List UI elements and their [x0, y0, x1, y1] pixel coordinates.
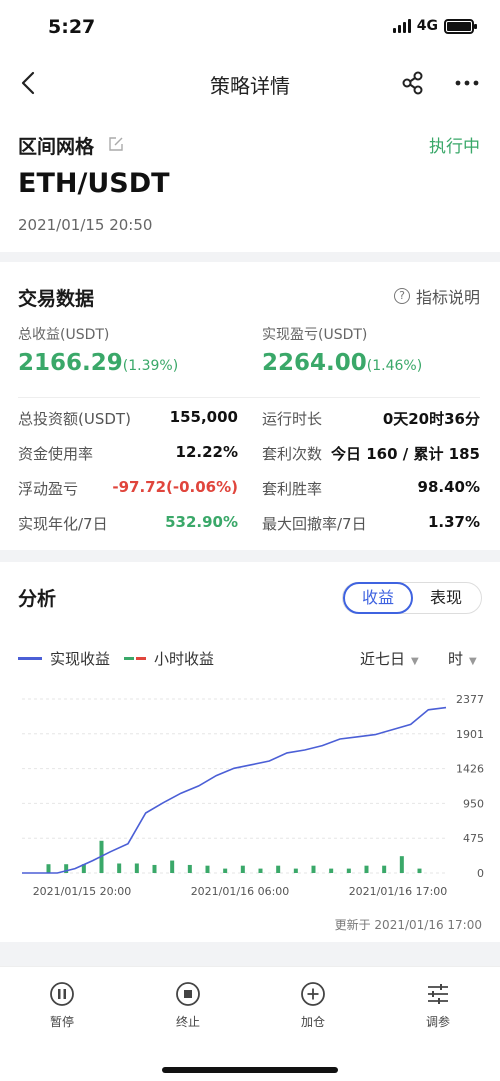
hourly-profit-bar — [205, 865, 210, 873]
home-indicator — [162, 1067, 338, 1073]
y-tick-label: 475 — [463, 832, 484, 845]
stat-value: 0天20时36分 — [382, 410, 480, 428]
status-time: 5:27 — [48, 16, 96, 38]
stat-label: 运行时长 — [262, 410, 323, 428]
stat-label: 最大回撤率/7日 — [262, 515, 367, 533]
add-position-label: 加仓 — [300, 1015, 325, 1029]
trading-pair: ETH/USDT — [18, 168, 170, 199]
y-tick-label: 0 — [477, 867, 484, 880]
status-badge: 执行中 — [429, 137, 480, 157]
hourly-profit-bar — [170, 860, 175, 873]
stat-row: 实现年化/7日 532.90% 最大回撤率/7日 1.37% — [0, 513, 500, 537]
tab-performance[interactable]: 表现 — [411, 583, 481, 613]
edit-icon[interactable] — [108, 136, 124, 152]
realized-pnl-value: 2264.00(1.46%) — [262, 350, 423, 376]
stat-label: 实现年化/7日 — [18, 515, 108, 533]
updated-time: 更新于 2021/01/16 17:00 — [334, 918, 482, 932]
sliders-icon — [428, 984, 448, 1004]
section-title-analysis: 分析 — [18, 588, 57, 610]
bottom-toolbar: 暂停 终止 加仓 调参 — [0, 966, 500, 1081]
profit-chart: 2377 1901 1426 950 475 0 2021/01/15 20:00 2021/… — [22, 693, 484, 898]
hourly-profit-bar — [329, 868, 334, 873]
stat-label: 总投资额(USDT) — [18, 410, 131, 428]
add-icon — [301, 982, 325, 1006]
hourly-profit-bar — [276, 865, 281, 873]
stat-row: 资金使用率 12.22% 套利次数 今日 160 / 累计 185 — [0, 443, 500, 467]
legend-bar-swatch-red — [136, 657, 146, 660]
y-tick-label: 950 — [463, 797, 484, 810]
created-time: 2021/01/15 20:50 — [18, 216, 153, 234]
realized-pnl-label: 实现盈亏(USDT) — [262, 327, 368, 343]
stat-label: 套利次数 — [262, 445, 323, 463]
add-position-button[interactable]: 加仓 — [278, 981, 348, 1030]
status-bar: 5:27 4G — [0, 0, 500, 56]
pause-button[interactable]: 暂停 — [27, 981, 97, 1030]
analysis-tabs: 收益 表现 — [342, 582, 482, 614]
hourly-profit-bar — [46, 864, 51, 873]
hourly-profit-bar — [364, 865, 369, 873]
hourly-profit-bar — [293, 868, 298, 873]
hourly-profit-bar — [152, 864, 157, 873]
x-tick-label: 2021/01/15 20:00 — [33, 885, 132, 898]
stat-value: 今日 160 / 累计 185 — [331, 445, 480, 463]
x-tick-label: 2021/01/16 17:00 — [349, 885, 448, 898]
signal-icon — [392, 19, 411, 33]
hourly-profit-bar — [223, 868, 228, 873]
stat-value: 155,000 — [169, 408, 238, 426]
nav-bar: 策略详情 — [0, 56, 500, 112]
battery-icon — [444, 18, 477, 34]
strategy-card: 区间网格 执行中 ETH/USDT 2021/01/15 20:50 — [0, 112, 500, 252]
strategy-type: 区间网格 — [18, 136, 95, 158]
trade-data-card: 交易数据 ? 指标说明 总收益(USDT) 2166.29(1.39%) 实现盈… — [0, 262, 500, 550]
help-label: 指标说明 — [415, 288, 480, 307]
stop-label: 终止 — [175, 1015, 200, 1029]
adjust-params-label: 调参 — [425, 1015, 450, 1029]
total-profit-label: 总收益(USDT) — [18, 327, 110, 343]
stop-icon — [176, 982, 200, 1006]
y-tick-label: 2377 — [456, 693, 484, 706]
hourly-profit-bar — [240, 865, 245, 873]
stat-label: 套利胜率 — [262, 480, 323, 498]
stat-row: 浮动盈亏 -97.72(-0.06%) 套利胜率 98.40% — [0, 478, 500, 502]
share-icon[interactable] — [400, 70, 426, 96]
hourly-profit-bar — [399, 856, 404, 873]
section-title-trade: 交易数据 — [18, 288, 95, 310]
hourly-profit-bar — [258, 868, 263, 873]
network-type: 4G — [416, 18, 438, 34]
legend-bar-swatch-green — [124, 657, 134, 660]
tab-profit[interactable]: 收益 — [343, 582, 413, 614]
legend-line-swatch — [18, 657, 42, 660]
analysis-card: 分析 收益 表现 实现收益 小时收益 近七日 ▼ 时 ▼ 2377 1901 1426 9… — [0, 562, 500, 942]
stat-row: 总投资额(USDT) 155,000 运行时长 0天20时36分 — [0, 408, 500, 432]
more-icon[interactable] — [452, 68, 482, 98]
hourly-profit-bar — [417, 868, 422, 873]
stat-label: 浮动盈亏 — [18, 480, 79, 498]
stat-value: 1.37% — [427, 513, 480, 531]
divider — [18, 397, 480, 398]
hourly-profit-bar — [117, 863, 122, 873]
status-indicators: 4G — [392, 18, 477, 34]
stat-value: 532.90% — [165, 513, 238, 531]
question-icon: ? — [393, 288, 410, 304]
help-link[interactable]: ? 指标说明 — [393, 284, 480, 308]
adjust-params-button[interactable]: 调参 — [403, 981, 473, 1030]
realized-profit-line — [22, 706, 447, 874]
pause-icon — [50, 982, 74, 1006]
hourly-profit-bar — [311, 865, 316, 873]
hourly-profit-bar — [346, 868, 351, 873]
total-profit-value: 2166.29(1.39%) — [18, 350, 179, 376]
stop-button[interactable]: 终止 — [153, 981, 223, 1030]
y-tick-label: 1426 — [456, 763, 484, 776]
hourly-profit-bar — [382, 865, 387, 873]
stat-label: 资金使用率 — [18, 445, 94, 463]
stat-value: 12.22% — [175, 443, 238, 461]
y-tick-label: 1901 — [456, 728, 484, 741]
pause-label: 暂停 — [49, 1015, 74, 1029]
stat-value: -97.72(-0.06%) — [112, 478, 238, 496]
hourly-profit-bar — [134, 863, 139, 873]
hourly-profit-bar — [187, 864, 192, 873]
x-tick-label: 2021/01/16 06:00 — [191, 885, 290, 898]
stat-value: 98.40% — [417, 478, 480, 496]
